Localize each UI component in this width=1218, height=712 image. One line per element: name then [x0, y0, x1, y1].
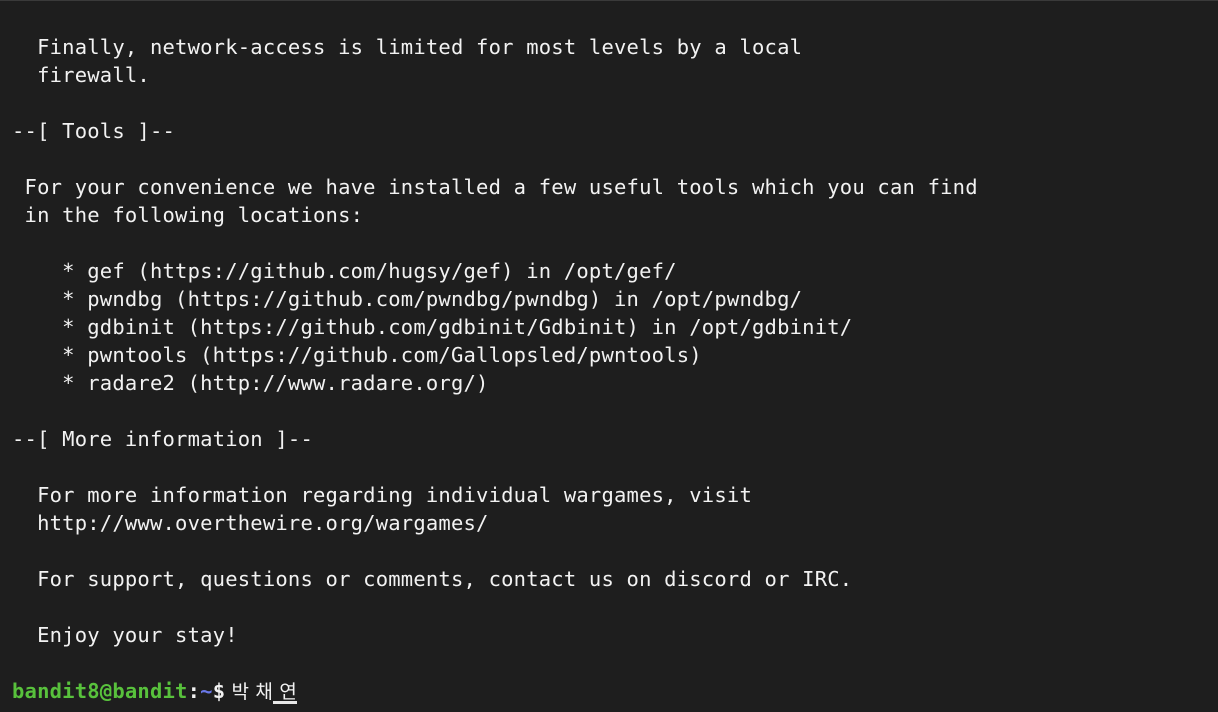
prompt-user-host: bandit8@bandit: [12, 679, 188, 703]
tool-list-item: * radare2 (http://www.radare.org/): [12, 371, 489, 395]
output-line: Enjoy your stay!: [12, 623, 238, 647]
tool-list-item: * pwntools (https://github.com/Gallopsle…: [12, 343, 702, 367]
output-line: For more information regarding individua…: [12, 483, 752, 507]
tool-list-item: * gdbinit (https://github.com/gdbinit/Gd…: [12, 315, 853, 339]
output-line: firewall.: [12, 63, 150, 87]
section-heading-more-information: --[ More information ]--: [12, 427, 314, 451]
output-line: in the following locations:: [12, 203, 364, 227]
tool-list-item: * gef (https://github.com/hugsy/gef) in …: [12, 259, 677, 283]
prompt-colon: :: [187, 679, 201, 703]
output-line: Finally, network-access is limited for m…: [12, 35, 803, 59]
prompt-dollar: $: [212, 679, 226, 703]
tool-list-item: * pwndbg (https://github.com/pwndbg/pwnd…: [12, 287, 803, 311]
output-line: For support, questions or comments, cont…: [12, 567, 853, 591]
section-heading-tools: --[ Tools ]--: [12, 119, 176, 143]
output-line: http://www.overthewire.org/wargames/: [12, 511, 489, 535]
command-prompt[interactable]: bandit8@bandit:~$ 박 채 연: [12, 677, 1218, 705]
text-cursor: [273, 679, 297, 704]
terminal-output: Finally, network-access is limited for m…: [12, 33, 1218, 705]
output-line: For your convenience we have installed a…: [12, 175, 978, 199]
terminal-window[interactable]: Finally, network-access is limited for m…: [0, 0, 1218, 712]
prompt-directory: ~: [200, 679, 213, 703]
